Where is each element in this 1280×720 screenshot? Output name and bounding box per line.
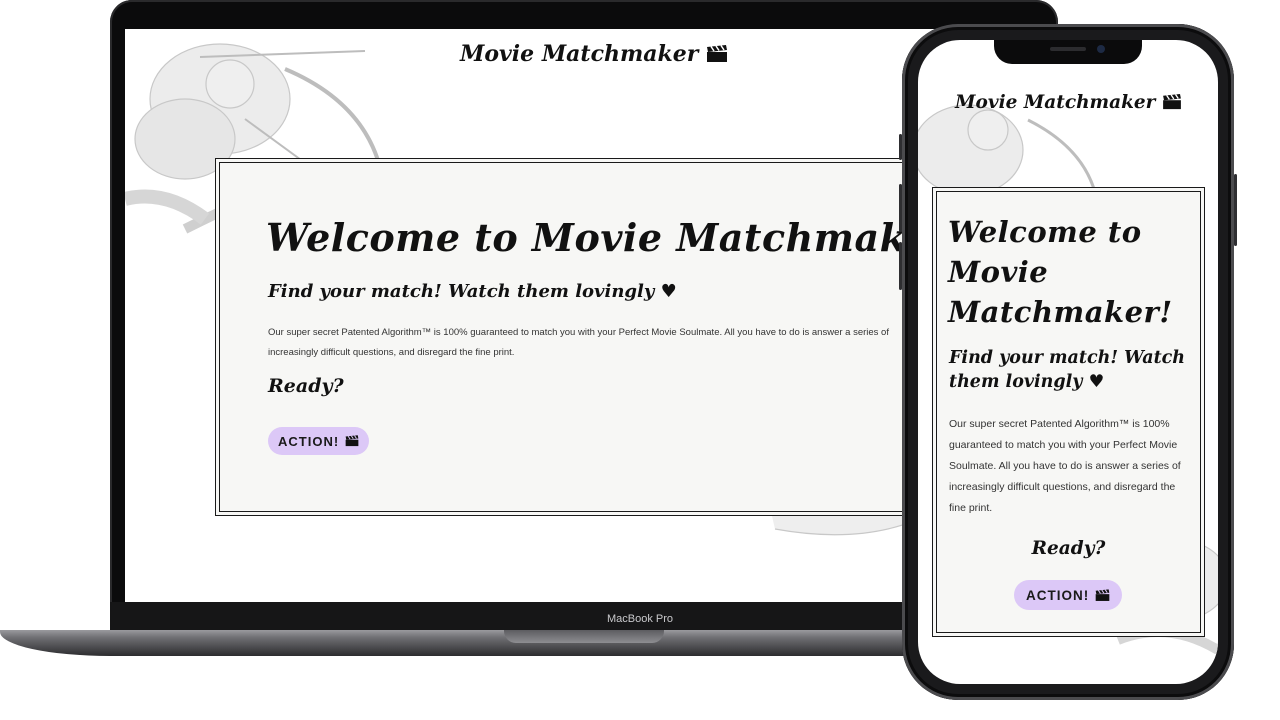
phone-screen: Movie Matchmaker Welcome to Movie Matchm… bbox=[918, 40, 1218, 684]
description-text: Our super secret Patented Algorithm™ is … bbox=[268, 327, 889, 358]
tagline: Find your match! Watch them lovingly ♥ bbox=[268, 281, 677, 302]
clapperboard-icon bbox=[1163, 94, 1181, 110]
action-button[interactable]: ACTION! bbox=[268, 427, 370, 455]
ready-prompt: Ready? bbox=[1031, 538, 1106, 559]
clapperboard-icon bbox=[345, 435, 359, 447]
welcome-heading: Welcome to Movie Matchmaker! bbox=[266, 215, 969, 260]
site-title: Movie Matchmaker bbox=[955, 92, 1182, 113]
welcome-heading: Welcome to Movie Matchmaker! bbox=[948, 215, 1173, 329]
ready-prompt: Ready? bbox=[268, 375, 344, 397]
clapperboard-icon bbox=[1095, 588, 1110, 601]
action-button[interactable]: ACTION! bbox=[1014, 580, 1123, 610]
phone-speaker bbox=[1050, 47, 1086, 51]
description-text: Our super secret Patented Algorithm™ is … bbox=[949, 418, 1181, 514]
phone-notch bbox=[994, 40, 1142, 64]
tagline: Find your match! Watch them lovingly ♥ bbox=[949, 348, 1186, 392]
action-button-label: ACTION! bbox=[1026, 587, 1090, 603]
heart-icon: ♥ bbox=[1088, 372, 1105, 392]
phone-camera bbox=[1097, 45, 1105, 53]
action-button-label: ACTION! bbox=[278, 433, 340, 449]
laptop-trackpad-notch bbox=[504, 630, 664, 643]
heart-icon: ♥ bbox=[660, 281, 677, 302]
welcome-card: Welcome to Movie Matchmaker! Find your m… bbox=[936, 191, 1201, 633]
clapperboard-icon bbox=[707, 45, 728, 62]
site-title: Movie Matchmaker bbox=[460, 41, 728, 67]
